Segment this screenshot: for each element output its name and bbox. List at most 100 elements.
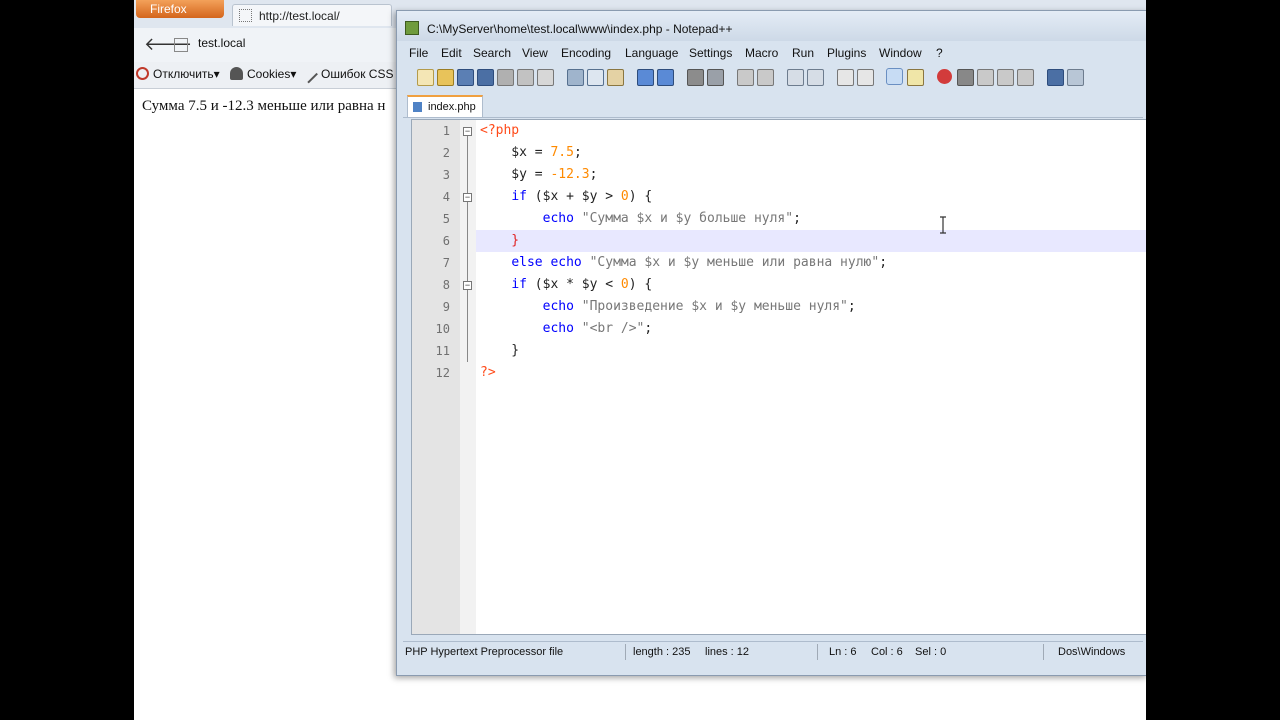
line-number: 6: [442, 234, 450, 248]
disable-menu-label: Отключить▾: [153, 67, 220, 81]
code-keyword: if: [511, 189, 527, 204]
code-token: "<br />": [581, 321, 645, 336]
doc-map-icon[interactable]: [1047, 69, 1064, 86]
code-token: "Произведение $x и $y меньше нуля": [581, 299, 848, 314]
code-keyword: echo: [542, 321, 574, 336]
code-token: "Сумма $x и $y больше нуля": [581, 211, 794, 226]
menu-settings[interactable]: Settings: [689, 46, 732, 60]
url-bar[interactable]: test.local: [198, 36, 245, 50]
code-token: ) {: [629, 189, 652, 204]
browser-tab[interactable]: http://test.local/: [232, 4, 392, 26]
menu-language[interactable]: Language: [625, 46, 678, 60]
run-macro-multiple-icon[interactable]: [997, 69, 1014, 86]
site-identity-icon[interactable]: [174, 38, 188, 52]
cut-icon[interactable]: [567, 69, 584, 86]
zoom-out-icon[interactable]: [757, 69, 774, 86]
code-line: if ($x * $y < 0) {: [480, 274, 652, 296]
menu-macro[interactable]: Macro: [745, 46, 778, 60]
menu-plugins[interactable]: Plugins: [827, 46, 866, 60]
code-line: echo "<br />";: [480, 318, 653, 340]
status-separator: [1043, 644, 1044, 660]
close-icon[interactable]: [497, 69, 514, 86]
stop-macro-icon[interactable]: [957, 69, 974, 86]
redo-icon[interactable]: [657, 69, 674, 86]
code-line: }: [480, 340, 519, 362]
copy-icon[interactable]: [587, 69, 604, 86]
notepadpp-titlebar[interactable]: C:\MyServer\home\test.local\www\index.ph…: [397, 11, 1146, 41]
save-icon[interactable]: [457, 69, 474, 86]
fold-toggle-icon[interactable]: −: [463, 281, 472, 290]
notepadpp-window: C:\MyServer\home\test.local\www\index.ph…: [396, 10, 1146, 676]
css-errors-menu[interactable]: Ошибок CSS: [303, 67, 393, 84]
code-line: ?>: [480, 362, 496, 384]
code-token: -12.3: [550, 167, 590, 182]
function-list-icon[interactable]: [1067, 69, 1084, 86]
menu-help[interactable]: ?: [936, 46, 943, 60]
status-ln: Ln : 6: [829, 646, 857, 658]
sync-vertical-icon[interactable]: [787, 69, 804, 86]
menu-edit[interactable]: Edit: [441, 46, 462, 60]
code-text: ;: [644, 321, 653, 336]
undo-icon[interactable]: [637, 69, 654, 86]
code-token: if ($x * $y <: [480, 277, 621, 292]
save-all-icon[interactable]: [477, 69, 494, 86]
status-eol: Dos\Windows: [1058, 646, 1126, 658]
status-lines: lines : 12: [705, 646, 750, 658]
firefox-menu-button[interactable]: Firefox: [136, 0, 224, 18]
menu-window[interactable]: Window: [879, 46, 922, 60]
cookies-menu-label: Cookies▾: [247, 67, 297, 81]
line-number: 9: [442, 300, 450, 314]
code-token: }: [480, 233, 520, 248]
menu-file[interactable]: File: [409, 46, 428, 60]
code-line: if ($x + $y > 0) {: [480, 186, 652, 208]
paste-icon[interactable]: [607, 69, 624, 86]
code-text: }: [480, 343, 520, 358]
menu-encoding[interactable]: Encoding: [561, 46, 611, 60]
code-token: ;: [590, 167, 598, 182]
sync-horizontal-icon[interactable]: [807, 69, 824, 86]
code-token: "Сумма $x и $y меньше или равна нулю": [589, 255, 880, 270]
line-number: 1: [442, 124, 450, 138]
line-number: 7: [442, 256, 450, 270]
code-keyword: else: [511, 255, 543, 270]
code-text: ) {: [628, 189, 653, 204]
new-file-icon[interactable]: [417, 69, 434, 86]
toolbar: [403, 65, 1143, 89]
word-wrap-icon[interactable]: [837, 69, 854, 86]
tab-label: index.php: [428, 101, 476, 113]
fold-toggle-icon[interactable]: −: [463, 127, 472, 136]
disable-menu[interactable]: Отключить▾: [136, 67, 220, 81]
code-editor[interactable]: 1 2 3 4 5 6 7 8 9 10 11 12 − − − <?php $…: [411, 119, 1146, 635]
browser-tab-title: http://test.local/: [259, 9, 340, 23]
code-token: if ($x + $y >: [480, 189, 621, 204]
menu-search[interactable]: Search: [473, 46, 511, 60]
line-number: 8: [442, 278, 450, 292]
menu-view[interactable]: View: [522, 46, 548, 60]
code-keyword: if: [511, 277, 527, 292]
zoom-in-icon[interactable]: [737, 69, 754, 86]
find-icon[interactable]: [687, 69, 704, 86]
cookies-menu[interactable]: Cookies▾: [230, 67, 296, 81]
indent-guide-icon[interactable]: [886, 68, 903, 85]
user-language-icon[interactable]: [907, 69, 924, 86]
code-token: ?>: [480, 365, 496, 380]
save-macro-icon[interactable]: [1017, 69, 1034, 86]
tab-index-php[interactable]: index.php: [407, 95, 483, 117]
menu-run[interactable]: Run: [792, 46, 814, 60]
code-token: ) {: [629, 277, 652, 292]
print-icon[interactable]: [537, 69, 554, 86]
code-text: ;: [589, 167, 598, 182]
fold-toggle-icon[interactable]: −: [463, 193, 472, 202]
line-number-gutter: 1 2 3 4 5 6 7 8 9 10 11 12: [412, 120, 461, 634]
code-line: <?php: [480, 120, 519, 142]
replace-icon[interactable]: [707, 69, 724, 86]
back-arrow-icon[interactable]: 🡐: [144, 35, 192, 55]
record-macro-icon[interactable]: [937, 69, 952, 84]
open-file-icon[interactable]: [437, 69, 454, 86]
show-all-chars-icon[interactable]: [857, 69, 874, 86]
play-macro-icon[interactable]: [977, 69, 994, 86]
status-separator: [625, 644, 626, 660]
close-all-icon[interactable]: [517, 69, 534, 86]
